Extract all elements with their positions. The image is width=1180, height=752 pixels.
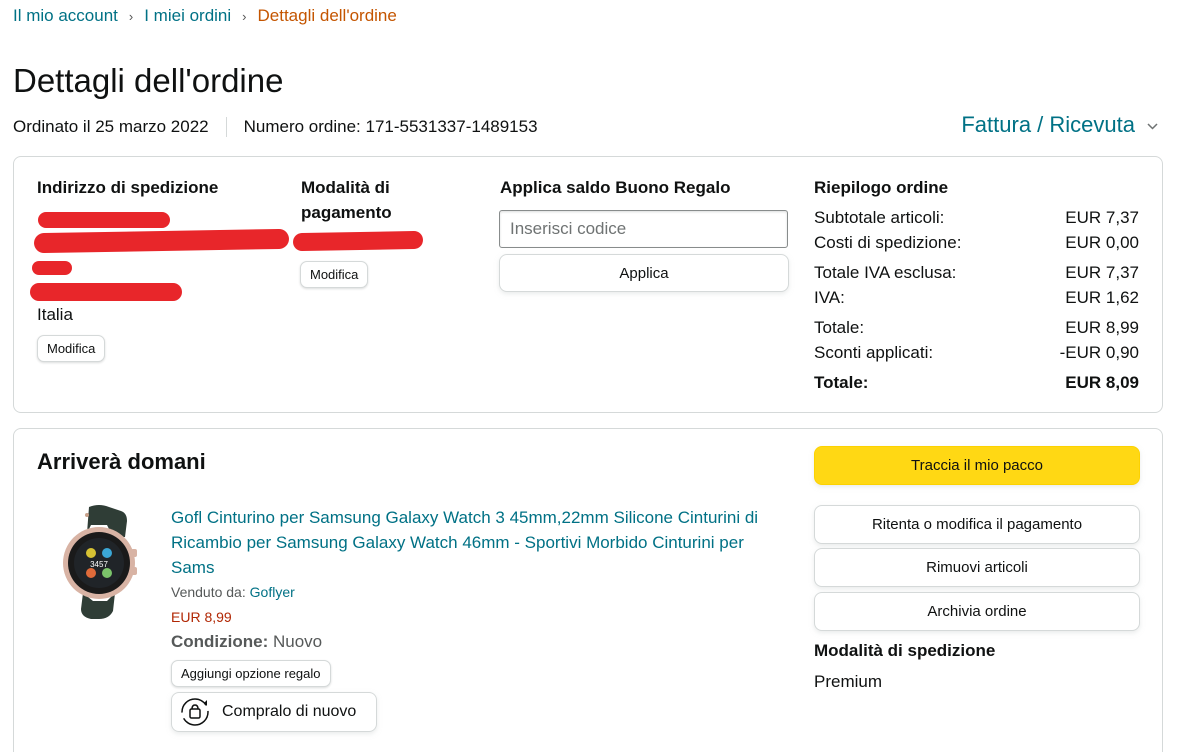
order-number: Numero ordine: 171-5531337-1489153 bbox=[243, 117, 538, 136]
summary-row: Sconti applicati: -EUR 0,90 bbox=[814, 343, 1139, 362]
product-condition: Condizione: Nuovo bbox=[171, 632, 323, 651]
edit-payment-button[interactable]: Modifica bbox=[300, 261, 369, 288]
order-summary-title: Riepilogo ordine bbox=[814, 178, 949, 197]
order-date: Ordinato il 25 marzo 2022 bbox=[13, 117, 209, 136]
breadcrumb-separator: › bbox=[242, 8, 247, 24]
shipping-address-title: Indirizzo di spedizione bbox=[37, 178, 219, 197]
breadcrumb: Il mio account › I miei ordini › Dettagl… bbox=[13, 6, 397, 26]
payment-method-title: Modalità di pagamento bbox=[301, 178, 392, 222]
product-title-link[interactable]: Gofl Cinturino per Samsung Galaxy Watch … bbox=[171, 505, 781, 580]
breadcrumb-my-orders[interactable]: I miei ordini bbox=[144, 6, 231, 26]
breadcrumb-current: Dettagli dell'ordine bbox=[257, 6, 397, 25]
track-package-button[interactable]: Traccia il mio pacco bbox=[814, 446, 1140, 485]
invoice-dropdown[interactable]: Fattura / Ricevuta bbox=[961, 112, 1158, 138]
buy-again-button[interactable]: Compralo di nuovo bbox=[171, 692, 377, 732]
page-title: Dettagli dell'ordine bbox=[13, 62, 284, 99]
redacted-payment bbox=[292, 230, 424, 252]
breadcrumb-my-account[interactable]: Il mio account bbox=[13, 6, 118, 26]
order-meta: Ordinato il 25 marzo 2022 Numero ordine:… bbox=[13, 117, 538, 137]
delivery-status-title: Arriverà domani bbox=[37, 449, 206, 474]
retry-payment-button[interactable]: Ritenta o modifica il pagamento bbox=[814, 505, 1140, 544]
summary-row: Costi di spedizione: EUR 0,00 bbox=[814, 233, 1139, 252]
product-price: EUR 8,99 bbox=[171, 609, 232, 625]
seller-link[interactable]: Goflyer bbox=[250, 584, 295, 600]
redacted-address-line bbox=[32, 261, 72, 275]
summary-row: IVA: EUR 1,62 bbox=[814, 288, 1139, 307]
shipping-mode-title: Modalità di spedizione bbox=[814, 641, 996, 660]
watch-face-text: 3457 bbox=[90, 560, 108, 569]
shipping-mode-value: Premium bbox=[814, 672, 883, 691]
buy-again-label: Compralo di nuovo bbox=[222, 703, 357, 720]
summary-row: Subtotale articoli: EUR 7,37 bbox=[814, 208, 1139, 227]
apply-gift-button[interactable]: Applica bbox=[499, 254, 789, 292]
summary-row: Totale IVA esclusa: EUR 7,37 bbox=[814, 263, 1139, 282]
summary-grand-total: Totale: EUR 8,09 bbox=[814, 373, 1139, 392]
divider bbox=[225, 117, 227, 137]
redacted-address-line bbox=[33, 228, 290, 254]
product-image[interactable]: 3457 bbox=[51, 503, 147, 621]
archive-order-button[interactable]: Archivia ordine bbox=[814, 592, 1140, 631]
shipping-country: Italia bbox=[37, 305, 73, 324]
order-summary: Riepilogo ordine Subtotale articoli: EUR … bbox=[814, 175, 1139, 395]
sold-by: Venduto da: Goflyer bbox=[171, 584, 295, 600]
shipment-card: Arriverà domani 3457 Gofl Cinturino per … bbox=[13, 428, 1163, 752]
buy-again-icon bbox=[180, 697, 210, 727]
gift-code-input[interactable] bbox=[499, 210, 788, 248]
edit-address-button[interactable]: Modifica bbox=[37, 335, 106, 362]
invoice-link-label: Fattura / Ricevuta bbox=[961, 112, 1135, 137]
chevron-down-icon bbox=[1147, 118, 1158, 133]
gift-card-title: Applica saldo Buono Regalo bbox=[500, 178, 731, 197]
redacted-address-line bbox=[30, 283, 182, 301]
summary-row: Totale: EUR 8,99 bbox=[814, 318, 1139, 337]
remove-items-button[interactable]: Rimuovi articoli bbox=[814, 548, 1140, 587]
order-info-card: Indirizzo di spedizione Italia Modifica … bbox=[13, 156, 1163, 413]
add-gift-option-button[interactable]: Aggiungi opzione regalo bbox=[171, 660, 331, 687]
redacted-name bbox=[38, 212, 170, 228]
breadcrumb-separator: › bbox=[128, 8, 134, 24]
